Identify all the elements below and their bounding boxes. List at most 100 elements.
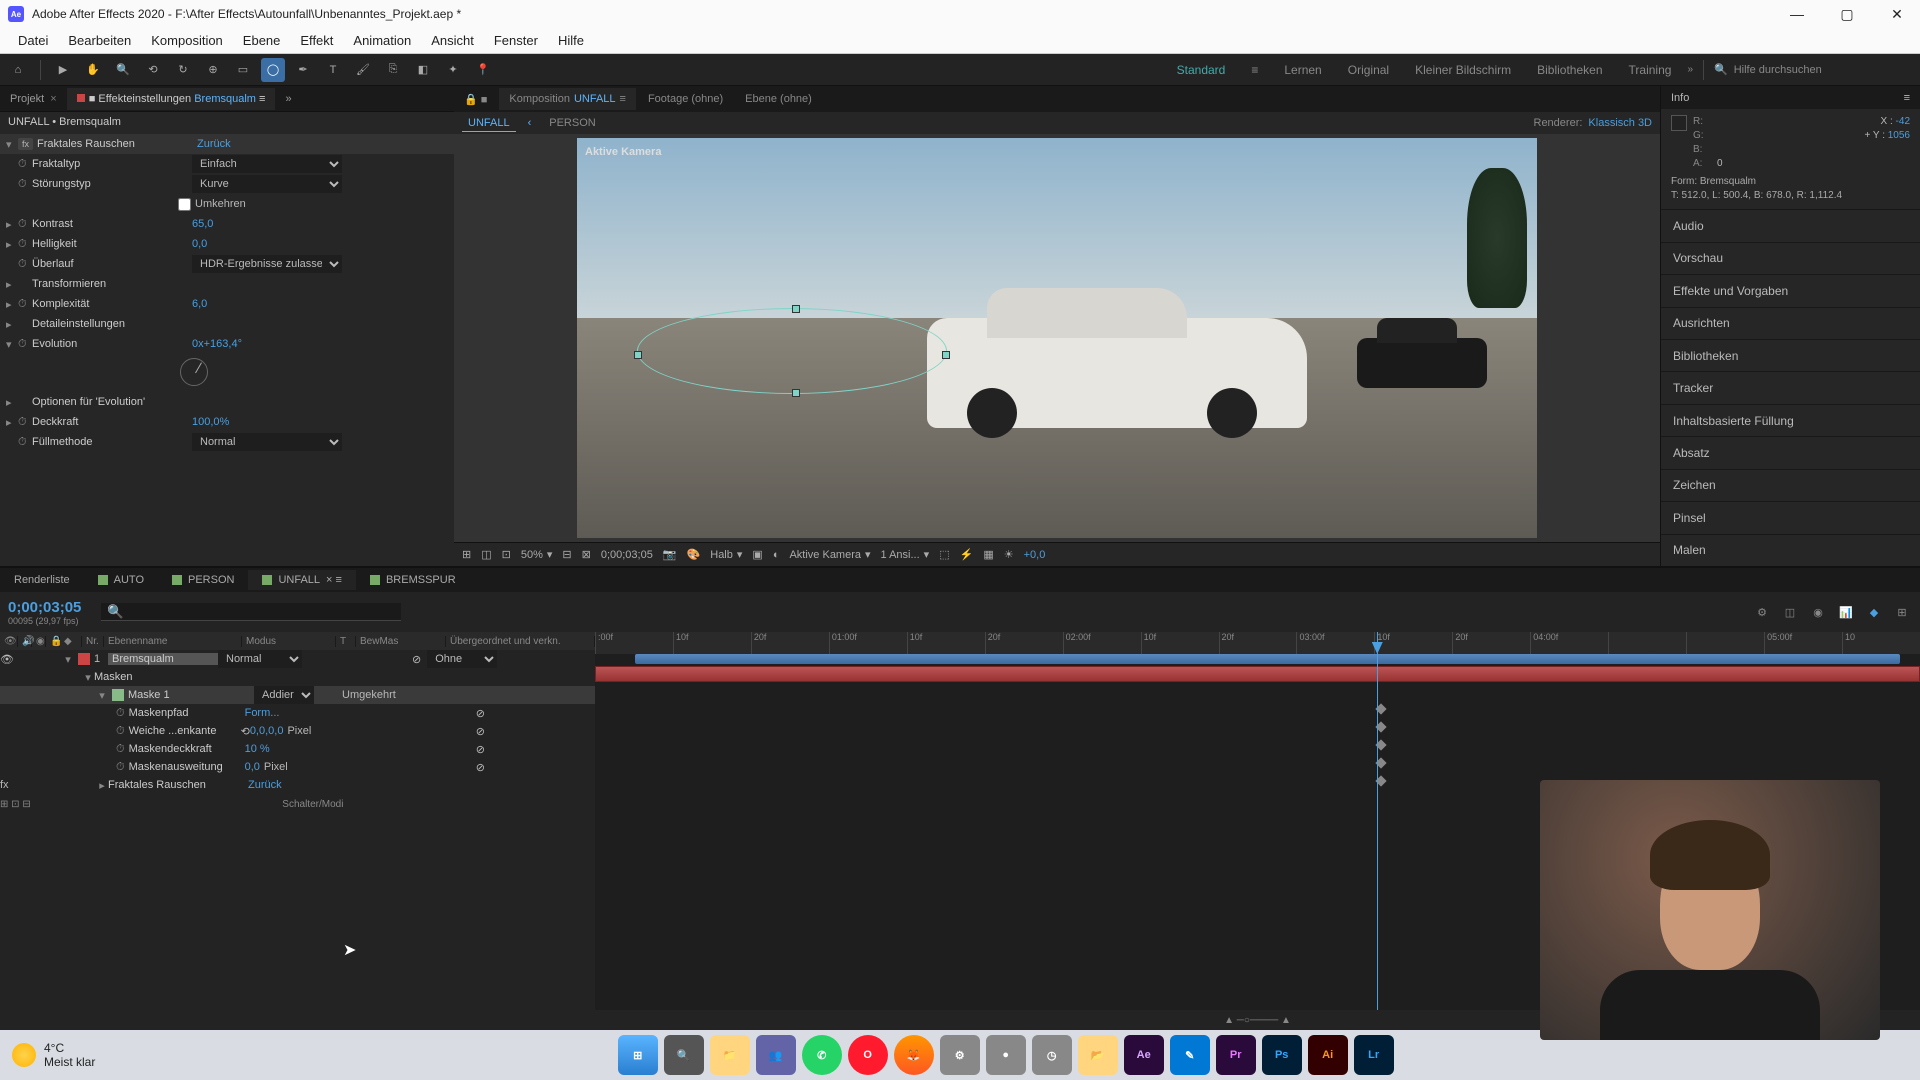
fullmethode-dropdown[interactable]: Normal (192, 433, 342, 451)
selection-tool[interactable]: ▶ (51, 58, 75, 82)
help-search[interactable]: 🔍 Hilfe durchsuchen (1714, 63, 1914, 76)
menu-effekt[interactable]: Effekt (290, 29, 343, 52)
workspace-original[interactable]: Original (1338, 63, 1399, 77)
tl-snap-icon[interactable]: ⊞ (1892, 602, 1912, 622)
clone-tool[interactable]: ⎘ (381, 58, 405, 82)
menu-ebene[interactable]: Ebene (233, 29, 291, 52)
ellipse-tool[interactable]: ◯ (261, 58, 285, 82)
app-icon-3[interactable]: ◷ (1032, 1035, 1072, 1075)
prop-evolution[interactable]: ▾⏱ Evolution 0x+163,4° (0, 334, 454, 354)
effect-header[interactable]: ▾fx Fraktales Rauschen Zurück (0, 134, 454, 154)
prop-storungstyp[interactable]: ⏱ Störungstyp Kurve (0, 174, 454, 194)
menu-bearbeiten[interactable]: Bearbeiten (58, 29, 141, 52)
workspace-standard[interactable]: Standard (1167, 63, 1236, 77)
section-vorschau[interactable]: Vorschau (1661, 242, 1920, 274)
prop-maskenpfad[interactable]: ⏱ Maskenpfad Form... ⊘ (0, 704, 595, 722)
rotate-tool[interactable]: ↻ (171, 58, 195, 82)
work-area-bar[interactable] (635, 654, 1900, 664)
footer-timecode[interactable]: 0;00;03;05 (601, 549, 653, 561)
menu-animation[interactable]: Animation (343, 29, 421, 52)
layer-masks-group[interactable]: ▾ Masken (0, 668, 595, 686)
section-malen[interactable]: Malen (1661, 534, 1920, 566)
layer-parent-dropdown[interactable]: Ohne (427, 650, 497, 668)
workspace-lernen[interactable]: Lernen (1274, 63, 1331, 77)
workspace-training[interactable]: Training (1619, 63, 1682, 77)
folder-icon[interactable]: 📂 (1078, 1035, 1118, 1075)
prop-transformieren[interactable]: ▸Transformieren (0, 274, 454, 294)
menu-komposition[interactable]: Komposition (141, 29, 233, 52)
close-button[interactable]: ✕ (1882, 4, 1912, 24)
firefox-icon[interactable]: 🦊 (894, 1035, 934, 1075)
switches-modes-toggle[interactable]: Schalter/Modi (282, 799, 343, 810)
transparency-icon[interactable]: ◐ (773, 549, 780, 561)
viewer-tab-composition[interactable]: Komposition UNFALL ≡ (499, 88, 636, 110)
zoom-tool[interactable]: 🔍 (111, 58, 135, 82)
mask-ellipse[interactable] (637, 308, 947, 394)
tl-shy-icon[interactable]: ⚙ (1752, 602, 1772, 622)
section-ausrichten[interactable]: Ausrichten (1661, 307, 1920, 339)
composition-canvas[interactable]: Aktive Kamera (577, 138, 1537, 538)
color-icon[interactable]: 🎨 (687, 548, 701, 561)
section-tracker[interactable]: Tracker (1661, 371, 1920, 403)
tl-expand-icon[interactable]: ◆ (1864, 602, 1884, 622)
layer-fraktales-group[interactable]: fx▸ Fraktales Rauschen Zurück (0, 776, 595, 794)
playhead[interactable] (1377, 632, 1378, 1030)
pen-tool[interactable]: ✒ (291, 58, 315, 82)
prop-kontrast[interactable]: ▸⏱ Kontrast 65,0 (0, 214, 454, 234)
section-zeichen[interactable]: Zeichen (1661, 469, 1920, 501)
safe-icon[interactable]: ⊟ (562, 548, 571, 561)
minimize-button[interactable]: — (1782, 4, 1812, 24)
evolution-dial[interactable] (180, 358, 208, 386)
app-icon-2[interactable]: ● (986, 1035, 1026, 1075)
mask-mode-dropdown[interactable]: Addieren (254, 686, 314, 704)
brush-tool[interactable]: 🖌 (351, 58, 375, 82)
tl-tab-renderliste[interactable]: Renderliste (0, 570, 84, 590)
channel-icon[interactable]: ⊠ (582, 548, 591, 561)
motion-icon[interactable]: ▦ (983, 548, 993, 561)
prop-maskendeckkraft[interactable]: ⏱ Maskendeckkraft 10 % ⊘ (0, 740, 595, 758)
prop-uberlauf[interactable]: ⏱ Überlauf HDR-Ergebnisse zulasse (0, 254, 454, 274)
prop-maskenausweitung[interactable]: ⏱ Maskenausweitung 0,0 Pixel ⊘ (0, 758, 595, 776)
section-bibliotheken[interactable]: Bibliotheken (1661, 339, 1920, 371)
section-fullung[interactable]: Inhaltsbasierte Füllung (1661, 404, 1920, 436)
uberlauf-dropdown[interactable]: HDR-Ergebnisse zulasse (192, 255, 342, 273)
eraser-tool[interactable]: ◧ (411, 58, 435, 82)
lightroom-icon[interactable]: Lr (1354, 1035, 1394, 1075)
app-icon-4[interactable]: ✎ (1170, 1035, 1210, 1075)
home-tool[interactable]: ⌂ (6, 58, 30, 82)
tl-tab-person[interactable]: PERSON (158, 570, 248, 590)
layer-row-1[interactable]: 👁 ▾ 1 Bremsqualm Normal ⊘ Ohne (0, 650, 595, 668)
viewer-tab-footage[interactable]: Footage (ohne) (638, 88, 733, 110)
mask-icon[interactable]: ◫ (481, 548, 491, 561)
menu-fenster[interactable]: Fenster (484, 29, 548, 52)
prop-helligkeit[interactable]: ▸⏱ Helligkeit 0,0 (0, 234, 454, 254)
tab-project[interactable]: Projekt× (0, 88, 67, 110)
tl-tab-unfall[interactable]: UNFALL × ≡ (248, 570, 355, 590)
camera-dropdown[interactable]: Aktive Kamera ▾ (789, 548, 870, 561)
timeline-zoom-slider[interactable]: ▲ ─○──── ▲ (1224, 1015, 1291, 1026)
viewer-tab-record[interactable]: 🔒 ■ (454, 88, 497, 111)
layer-track-bar[interactable] (595, 666, 1920, 682)
photoshop-icon[interactable]: Ps (1262, 1035, 1302, 1075)
tl-tab-bremsspur[interactable]: BREMSSPUR (356, 570, 470, 590)
maximize-button[interactable]: ▢ (1832, 4, 1862, 24)
3d-icon[interactable]: ⬚ (939, 548, 949, 561)
menu-datei[interactable]: Datei (8, 29, 58, 52)
menu-ansicht[interactable]: Ansicht (421, 29, 484, 52)
timeline-ruler[interactable]: :00f 10f 20f 01:00f 10f 20f 02:00f 10f 2… (595, 632, 1920, 654)
tab-overflow[interactable]: » (275, 88, 301, 110)
brightness-icon[interactable]: ☀ (1004, 548, 1014, 561)
alpha-icon[interactable]: ⊡ (502, 548, 511, 561)
prop-komplexitat[interactable]: ▸⏱ Komplexität 6,0 (0, 294, 454, 314)
prop-weiche[interactable]: ⏱ Weiche ...enkante ⟲ 0,0,0,0 Pixel ⊘ (0, 722, 595, 740)
prop-umkehren[interactable]: Umkehren (0, 194, 454, 214)
prop-detaileinstellungen[interactable]: ▸Detaileinstellungen (0, 314, 454, 334)
mask-1-row[interactable]: ▾ Maske 1 Addieren Umgekehrt (0, 686, 595, 704)
toggle-switches[interactable]: ⊞ ⊡ ⊟ (0, 799, 31, 810)
text-tool[interactable]: T (321, 58, 345, 82)
tl-frame-blend-icon[interactable]: ◫ (1780, 602, 1800, 622)
roto-tool[interactable]: ✦ (441, 58, 465, 82)
orbit-tool[interactable]: ⟲ (141, 58, 165, 82)
zoom-dropdown[interactable]: 50% ▾ (521, 548, 553, 561)
renderer-label[interactable]: Renderer:Klassisch 3D (1534, 117, 1653, 129)
